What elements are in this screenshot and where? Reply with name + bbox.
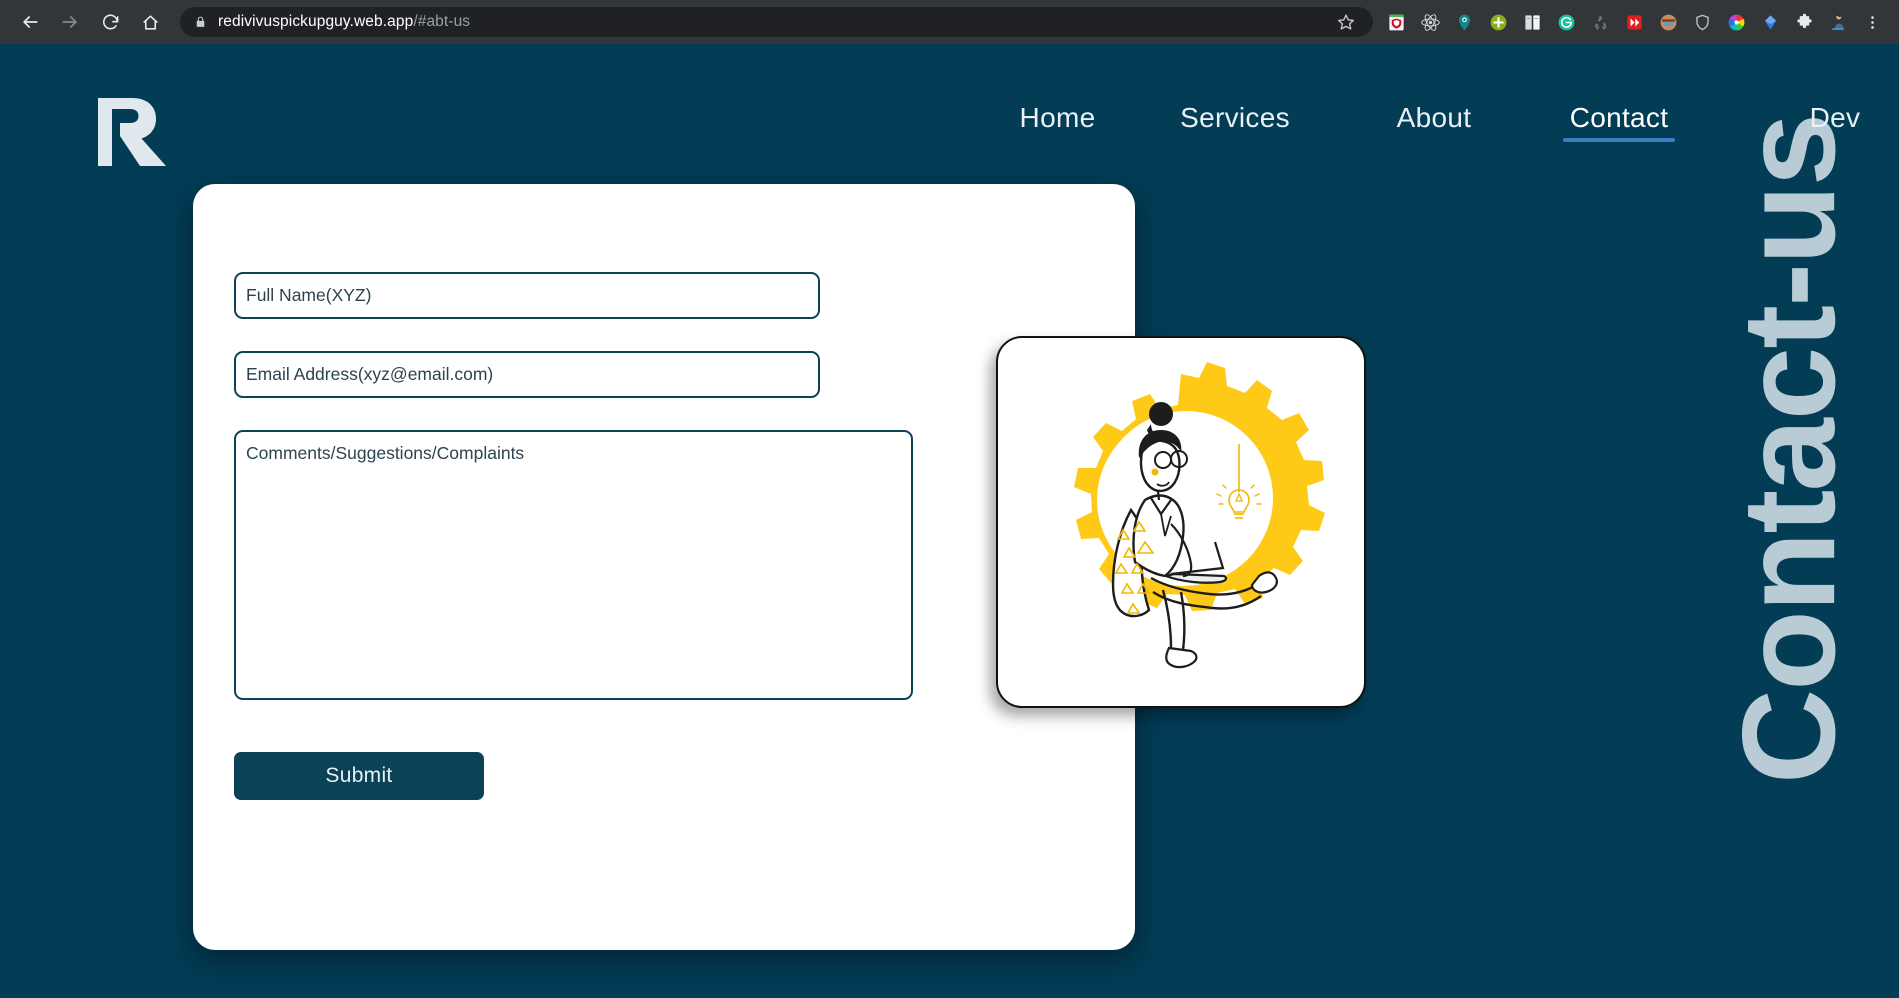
full-name-input[interactable] — [234, 272, 820, 319]
address-bar[interactable]: redivivuspickupguy.web.app/#abt-us — [180, 7, 1373, 37]
nav-item-about[interactable]: About — [1335, 102, 1533, 142]
nav-active-underline — [1563, 138, 1675, 142]
react-devtools-extension-icon[interactable] — [1413, 5, 1447, 39]
blue-diamond-extension-icon[interactable] — [1753, 5, 1787, 39]
lock-icon — [194, 15, 207, 29]
url-fragment: /#abt-us — [413, 13, 471, 30]
puzzle-piece-extension-icon[interactable] — [1787, 5, 1821, 39]
nav-item-services[interactable]: Services — [1135, 102, 1335, 142]
split-panels-extension-icon[interactable] — [1515, 5, 1549, 39]
contact-form-card: Submit — [193, 184, 1135, 950]
page-body: Contact-us Home Services About Contact D… — [0, 44, 1899, 998]
profile-avatar-icon[interactable] — [1821, 5, 1855, 39]
shield-red-extension-icon[interactable] — [1379, 5, 1413, 39]
reload-icon — [101, 13, 120, 32]
add-plus-extension-icon[interactable] — [1481, 5, 1515, 39]
nav-item-dev[interactable]: Dev — [1785, 102, 1885, 142]
nav-label: Home — [1019, 102, 1096, 133]
field-spacer — [234, 319, 934, 351]
grammarly-extension-icon[interactable] — [1549, 5, 1583, 39]
main-navigation: Home Services About Contact Dev — [980, 102, 1885, 142]
bookmark-star-icon[interactable] — [1333, 9, 1359, 35]
url-text: redivivuspickupguy.web.app/#abt-us — [218, 13, 470, 31]
field-spacer — [234, 398, 934, 430]
watermark-text: Contact-us — [1715, 114, 1863, 785]
nav-item-contact[interactable]: Contact — [1563, 102, 1675, 142]
color-wheel-extension-icon[interactable] — [1719, 5, 1753, 39]
avatar-glasses-extension-icon[interactable] — [1651, 5, 1685, 39]
forward-button[interactable] — [50, 2, 90, 42]
nav-label: Contact — [1569, 102, 1669, 133]
email-input[interactable] — [234, 351, 820, 398]
home-button[interactable] — [130, 2, 170, 42]
redivivus-r-logo[interactable] — [88, 94, 166, 166]
contact-form: Submit — [234, 272, 934, 800]
person-working-in-gear-illustration — [1011, 352, 1351, 692]
url-domain: redivivuspickupguy.web.app — [218, 13, 414, 30]
back-arrow-icon — [20, 12, 40, 32]
reload-button[interactable] — [90, 2, 130, 42]
nav-label: Dev — [1809, 102, 1861, 133]
shield-outline-extension-icon[interactable] — [1685, 5, 1719, 39]
comments-textarea[interactable] — [234, 430, 913, 700]
browser-toolbar: redivivuspickupguy.web.app/#abt-us — [0, 0, 1899, 44]
illustration-card — [996, 336, 1366, 708]
extensions-row — [1379, 5, 1889, 39]
fast-forward-extension-icon[interactable] — [1617, 5, 1651, 39]
site-header: Home Services About Contact Dev — [0, 44, 1899, 169]
forward-arrow-icon — [60, 12, 80, 32]
home-icon — [141, 13, 160, 32]
contact-us-watermark: Contact-us — [1649, 44, 1899, 998]
nav-label: Services — [1180, 102, 1290, 133]
location-pin-extension-icon[interactable] — [1447, 5, 1481, 39]
nav-item-home[interactable]: Home — [980, 102, 1135, 142]
recycle-extension-icon[interactable] — [1583, 5, 1617, 39]
submit-button[interactable]: Submit — [234, 752, 484, 800]
chrome-menu-icon[interactable] — [1855, 5, 1889, 39]
back-button[interactable] — [10, 2, 50, 42]
nav-label: About — [1396, 102, 1472, 133]
